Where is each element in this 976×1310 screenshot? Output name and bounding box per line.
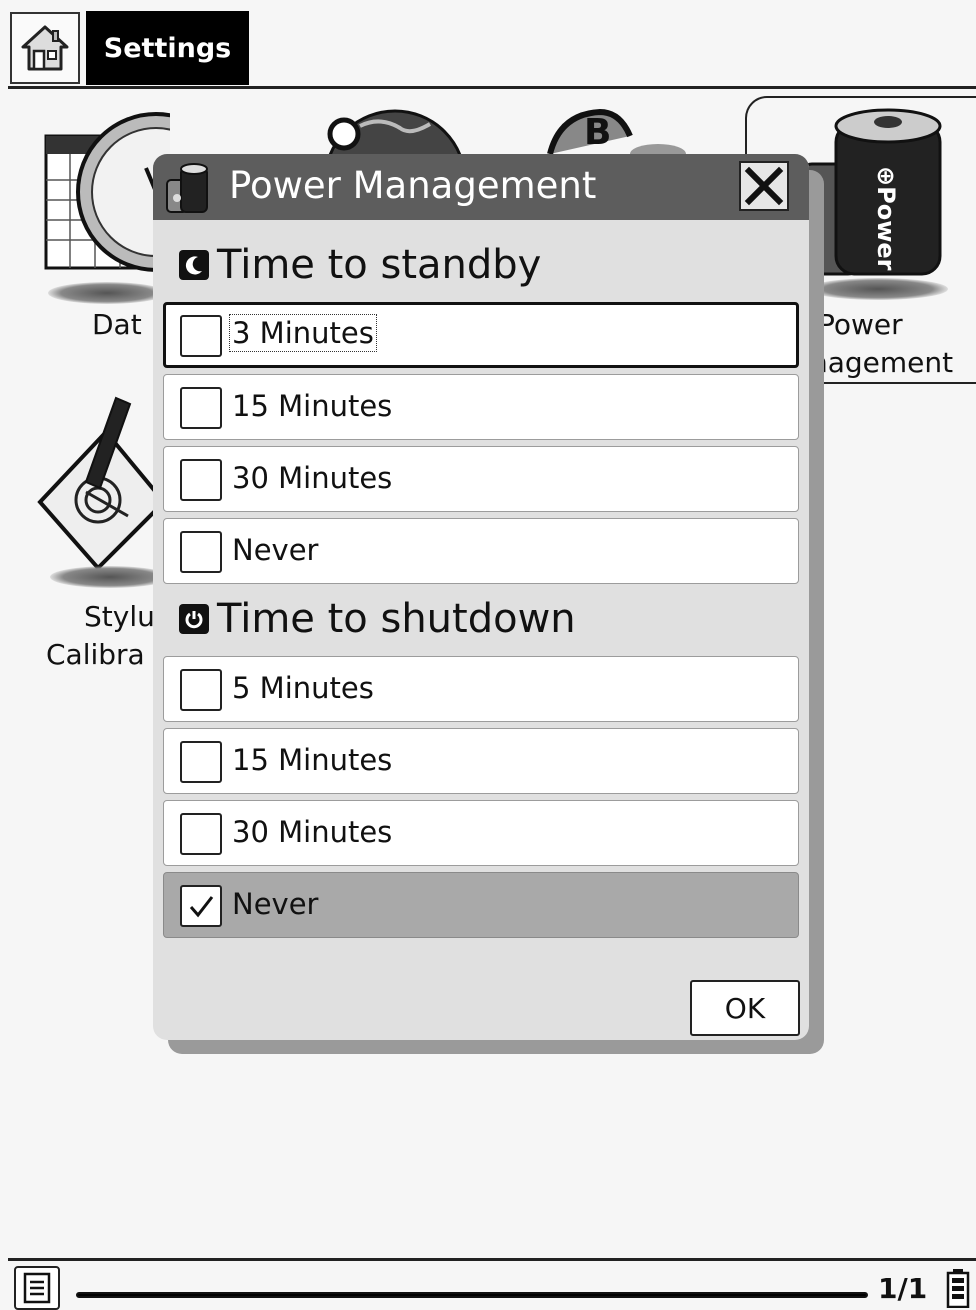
option-label: 5 Minutes xyxy=(232,671,374,705)
checkbox[interactable] xyxy=(180,387,222,429)
checkbox[interactable] xyxy=(180,813,222,855)
close-icon xyxy=(744,166,784,206)
standby-option-never[interactable]: Never xyxy=(163,518,799,584)
standby-heading-text: Time to standby xyxy=(217,242,542,288)
top-bar: Settings xyxy=(0,0,976,90)
standby-option-15-minutes[interactable]: 15 Minutes xyxy=(163,374,799,440)
shadow-decoration xyxy=(808,278,948,300)
shutdown-option-30-minutes[interactable]: 30 Minutes xyxy=(163,800,799,866)
standby-option-3-minutes[interactable]: 3 Minutes xyxy=(163,302,799,368)
ok-button[interactable]: OK xyxy=(690,980,800,1036)
checkbox[interactable] xyxy=(180,459,222,501)
home-icon xyxy=(21,25,69,71)
shutdown-option-5-minutes[interactable]: 5 Minutes xyxy=(163,656,799,722)
bottom-divider xyxy=(8,1258,976,1261)
settings-item-locale[interactable] xyxy=(300,106,470,253)
page-progress-bar[interactable] xyxy=(76,1292,868,1298)
settings-item-stylus-label-2: Calibra xyxy=(46,638,145,671)
svg-text:⊕Power: ⊕Power xyxy=(872,166,900,271)
close-button[interactable] xyxy=(739,161,789,211)
top-divider xyxy=(8,86,976,89)
moon-icon xyxy=(179,250,209,280)
bookmark-b-icon: B xyxy=(547,108,686,164)
stylus-pen-icon xyxy=(37,396,167,571)
settings-item-date-label: Dat xyxy=(92,308,142,341)
option-label: 30 Minutes xyxy=(232,461,393,495)
dialog-title: Power Management xyxy=(229,164,597,207)
globe-icon xyxy=(323,109,467,253)
checkmark-icon xyxy=(189,896,214,918)
checkbox[interactable] xyxy=(180,531,222,573)
power-icon xyxy=(179,604,209,634)
settings-item-power-label-2: nagement xyxy=(810,346,954,379)
calendar-clock-icon xyxy=(44,112,236,272)
menu-list-icon xyxy=(23,1272,51,1304)
dialog-header: Power Management xyxy=(153,154,809,220)
option-label: Never xyxy=(232,533,319,567)
checkbox[interactable] xyxy=(180,669,222,711)
option-label: Never xyxy=(232,887,319,921)
battery-status-icon xyxy=(946,1269,970,1308)
settings-item-stylus[interactable] xyxy=(36,392,167,572)
option-label: 3 Minutes xyxy=(229,314,377,352)
shutdown-heading: Time to shutdown xyxy=(179,596,576,642)
checkbox[interactable] xyxy=(180,315,222,357)
shadow-decoration xyxy=(48,282,166,304)
page-title: Settings xyxy=(86,11,249,85)
option-label: 15 Minutes xyxy=(232,389,393,423)
shutdown-heading-text: Time to shutdown xyxy=(217,596,576,642)
option-label: 15 Minutes xyxy=(232,743,393,777)
power-management-dialog: Power Management Time to standby 3 Minut… xyxy=(153,154,809,1040)
standby-option-30-minutes[interactable]: 30 Minutes xyxy=(163,446,799,512)
shutdown-option-never[interactable]: Never xyxy=(163,872,799,938)
page-indicator: 1/1 xyxy=(878,1272,928,1305)
settings-item-bookmark[interactable]: B xyxy=(540,106,690,164)
checkbox-checked[interactable] xyxy=(180,885,222,927)
checkbox[interactable] xyxy=(180,741,222,783)
settings-item-stylus-label-1: Stylu xyxy=(84,600,155,633)
menu-button[interactable] xyxy=(14,1266,60,1310)
svg-text:B: B xyxy=(584,112,611,153)
battery-icon xyxy=(166,163,208,213)
home-button[interactable] xyxy=(10,12,80,84)
option-label: 30 Minutes xyxy=(232,815,393,849)
bottom-bar: 1/1 xyxy=(0,1256,976,1310)
standby-heading: Time to standby xyxy=(179,242,541,288)
shutdown-option-15-minutes[interactable]: 15 Minutes xyxy=(163,728,799,794)
shadow-decoration xyxy=(50,566,170,588)
settings-item-power-label-1: Power xyxy=(818,308,903,341)
